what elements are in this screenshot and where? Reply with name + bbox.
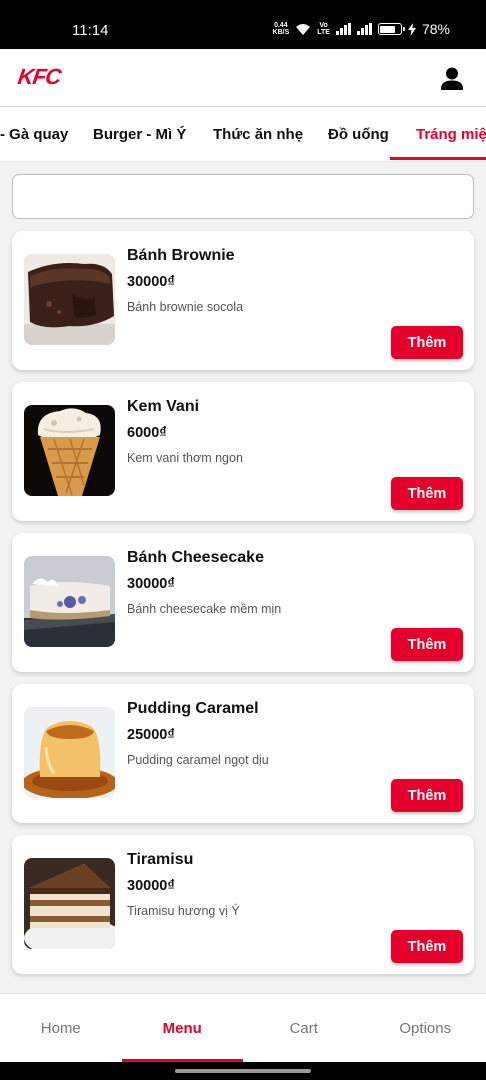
- tab-burger-mi-y[interactable]: Burger - Mì Ý: [93, 126, 186, 143]
- volte-indicator: Vo LTE: [317, 22, 330, 36]
- product-card: Tiramisu 30000₫ Tiramisu hương vị Ý Thêm: [12, 835, 474, 974]
- nav-options[interactable]: Options: [365, 994, 486, 1063]
- home-gesture-handle[interactable]: [175, 1069, 311, 1073]
- battery-icon: [377, 23, 405, 35]
- nav-home[interactable]: Home: [0, 994, 122, 1063]
- search-input[interactable]: [12, 174, 474, 219]
- wifi-icon: [296, 23, 311, 35]
- status-bar: 11:14 0.44 KB/S Vo LTE 78%: [0, 0, 486, 49]
- add-to-cart-button[interactable]: Thêm: [391, 628, 463, 661]
- tab-trang-mieng[interactable]: Tráng miệng: [416, 126, 486, 143]
- tiramisu-image: [24, 858, 115, 949]
- product-card: Kem Vani 6000₫ Kem vani thơm ngon Thêm: [12, 382, 474, 521]
- active-tab-indicator: [390, 157, 486, 160]
- product-name: Pudding Caramel: [127, 700, 259, 717]
- pudding-image: [24, 707, 115, 798]
- tab-do-uong[interactable]: Đồ uống: [328, 126, 389, 143]
- battery-percent: 78%: [421, 21, 450, 37]
- product-price: 30000₫: [127, 274, 175, 290]
- category-tabs: - Gà quay Burger - Mì Ý Thức ăn nhẹ Đồ u…: [0, 107, 486, 162]
- product-price: 30000₫: [127, 878, 175, 894]
- product-description: Kem vani thơm ngon: [127, 451, 243, 465]
- product-price: 25000₫: [127, 727, 175, 743]
- product-card: Bánh Cheesecake 30000₫ Bánh cheesecake m…: [12, 533, 474, 672]
- add-to-cart-button[interactable]: Thêm: [391, 326, 463, 359]
- nav-cart[interactable]: Cart: [243, 994, 365, 1063]
- status-time: 11:14: [72, 22, 109, 39]
- product-description: Bánh brownie socola: [127, 300, 244, 314]
- system-gesture-bar: [0, 1062, 486, 1080]
- status-icons: 0.44 KB/S Vo LTE 78%: [273, 21, 450, 37]
- profile-button[interactable]: [438, 65, 466, 93]
- tab-thuc-an-nhe[interactable]: Thức ăn nhẹ: [213, 126, 303, 143]
- network-speed: 0.44 KB/S: [272, 22, 290, 36]
- product-price: 6000₫: [127, 425, 167, 441]
- product-name: Tiramisu: [127, 851, 194, 868]
- product-card: Pudding Caramel 25000₫ Pudding caramel n…: [12, 684, 474, 823]
- ice-cream-image: [24, 405, 115, 496]
- product-name: Bánh Brownie: [127, 247, 235, 264]
- signal-2-icon: [356, 23, 372, 35]
- charging-icon: [407, 22, 416, 36]
- cheesecake-image: [24, 556, 115, 647]
- kfc-logo[interactable]: KFC: [16, 64, 62, 90]
- product-card: Bánh Brownie 30000₫ Bánh brownie socola …: [12, 231, 474, 370]
- product-name: Bánh Cheesecake: [127, 549, 264, 566]
- add-to-cart-button[interactable]: Thêm: [391, 779, 463, 812]
- product-price: 30000₫: [127, 576, 175, 592]
- tab-ga-quay[interactable]: - Gà quay: [0, 126, 68, 143]
- product-name: Kem Vani: [127, 398, 200, 415]
- product-description: Bánh cheesecake mềm mịn: [127, 602, 282, 616]
- product-description: Pudding caramel ngọt dịu: [127, 753, 269, 767]
- user-icon: [441, 67, 463, 90]
- product-description: Tiramisu hương vị Ý: [127, 904, 240, 918]
- signal-1-icon: [335, 23, 351, 35]
- add-to-cart-button[interactable]: Thêm: [391, 930, 463, 963]
- brownie-image: [24, 254, 115, 345]
- bottom-nav: Home Menu Cart Options: [0, 993, 486, 1062]
- add-to-cart-button[interactable]: Thêm: [391, 477, 463, 510]
- app-header: KFC: [0, 49, 486, 107]
- nav-menu[interactable]: Menu: [122, 994, 244, 1063]
